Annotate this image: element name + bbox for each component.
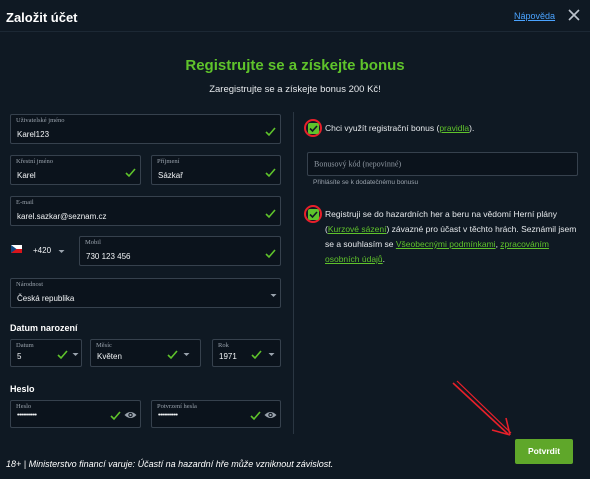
help-link[interactable]: Nápověda xyxy=(514,11,555,21)
valid-check-icon xyxy=(125,167,136,178)
last-name-field[interactable]: Příjmení Sázkař xyxy=(151,155,281,185)
terms-text: . xyxy=(382,254,386,264)
phone-label: Mobil xyxy=(85,239,101,246)
bonus-checkbox-label: Chci využít registrační bonus (pravidla)… xyxy=(325,121,474,136)
submit-button[interactable]: Potvrdit xyxy=(515,439,573,464)
phone-value: 730 123 456 xyxy=(86,252,131,261)
bonus-code-input[interactable]: Bonusový kód (nepovinné) xyxy=(307,152,578,176)
birth-date-heading: Datum narození xyxy=(10,323,78,333)
valid-check-icon xyxy=(265,208,276,219)
birth-day-select[interactable]: Datum 5 xyxy=(10,339,82,367)
betting-plans-link[interactable]: Kurzové sázení xyxy=(328,224,387,234)
email-label: E-mail xyxy=(16,199,34,206)
password-heading: Heslo xyxy=(10,384,35,394)
password-confirm-label: Potvrzení hesla xyxy=(157,403,197,410)
nationality-label: Národnost xyxy=(16,281,44,288)
bonus-hint: Přihlásíte se k dodatečnému bonusu xyxy=(313,179,419,186)
annotation-arrow-icon xyxy=(452,380,512,436)
eye-icon[interactable] xyxy=(264,410,277,420)
bonus-checkbox[interactable] xyxy=(308,123,319,134)
birth-month-label: Měsíc xyxy=(96,342,112,349)
terms-label: Registruji se do hazardních her a beru n… xyxy=(325,207,580,267)
bonus-rules-link[interactable]: pravidla xyxy=(439,123,469,133)
password-confirm-value: •••••••••• xyxy=(158,412,178,419)
page-title: Registrujte se a získejte bonus xyxy=(185,57,405,74)
first-name-value: Karel xyxy=(17,171,36,180)
chevron-down-icon xyxy=(71,350,80,359)
bonus-code-placeholder: Bonusový kód (nepovinné) xyxy=(314,159,402,169)
nationality-select[interactable]: Národnost Česká republika xyxy=(10,278,281,308)
first-name-field[interactable]: Křestní jméno Karel xyxy=(10,155,141,185)
valid-check-icon xyxy=(251,349,262,360)
valid-check-icon xyxy=(265,167,276,178)
chevron-down-icon xyxy=(182,350,191,359)
password-label: Heslo xyxy=(16,403,32,410)
bonus-text: Chci využít registrační bonus ( xyxy=(325,123,440,133)
username-value: Karel123 xyxy=(17,130,50,139)
bonus-text-end: ). xyxy=(469,123,475,133)
phone-field[interactable]: Mobil 730 123 456 xyxy=(79,236,281,266)
chevron-down-icon xyxy=(269,291,278,300)
general-terms-link[interactable]: Všeobecnými podmínkami xyxy=(396,239,496,249)
header-divider xyxy=(0,31,590,32)
chevron-down-icon[interactable] xyxy=(57,247,66,256)
birth-year-select[interactable]: Rok 1971 xyxy=(212,339,281,367)
last-name-value: Sázkař xyxy=(158,171,183,180)
valid-check-icon xyxy=(57,349,68,360)
gambling-warning: 18+ | Ministerstvo financí varuje: Účast… xyxy=(6,459,334,469)
birth-day-value: 5 xyxy=(17,352,22,361)
page-subtitle: Zaregistrujte se a získejte bonus 200 Kč… xyxy=(209,84,381,95)
first-name-label: Křestní jméno xyxy=(16,158,54,165)
email-value: karel.sazkar@seznam.cz xyxy=(17,212,107,221)
birth-day-label: Datum xyxy=(16,342,34,349)
password-field[interactable]: Heslo •••••••••• xyxy=(10,400,141,428)
column-divider xyxy=(293,112,294,434)
czech-flag-icon[interactable] xyxy=(11,245,22,253)
valid-check-icon xyxy=(265,248,276,259)
phone-prefix[interactable]: +420 xyxy=(33,246,51,255)
valid-check-icon xyxy=(265,126,276,137)
birth-month-value: Květen xyxy=(97,352,122,361)
email-field[interactable]: E-mail karel.sazkar@seznam.cz xyxy=(10,196,281,226)
eye-icon[interactable] xyxy=(124,410,137,420)
valid-check-icon xyxy=(250,410,261,421)
username-label: Uživatelské jméno xyxy=(16,117,65,124)
birth-month-select[interactable]: Měsíc Květen xyxy=(90,339,201,367)
birth-year-label: Rok xyxy=(218,342,229,349)
nationality-value: Česká republika xyxy=(17,294,75,303)
valid-check-icon xyxy=(167,349,178,360)
terms-checkbox[interactable] xyxy=(308,209,319,220)
username-field[interactable]: Uživatelské jméno Karel123 xyxy=(10,114,281,144)
password-value: •••••••••• xyxy=(17,412,37,419)
birth-year-value: 1971 xyxy=(219,352,237,361)
dialog-title: Založit účet xyxy=(6,10,78,25)
last-name-label: Příjmení xyxy=(157,158,180,165)
close-icon[interactable] xyxy=(566,7,582,23)
password-confirm-field[interactable]: Potvrzení hesla •••••••••• xyxy=(151,400,281,428)
valid-check-icon xyxy=(110,410,121,421)
chevron-down-icon xyxy=(267,350,276,359)
